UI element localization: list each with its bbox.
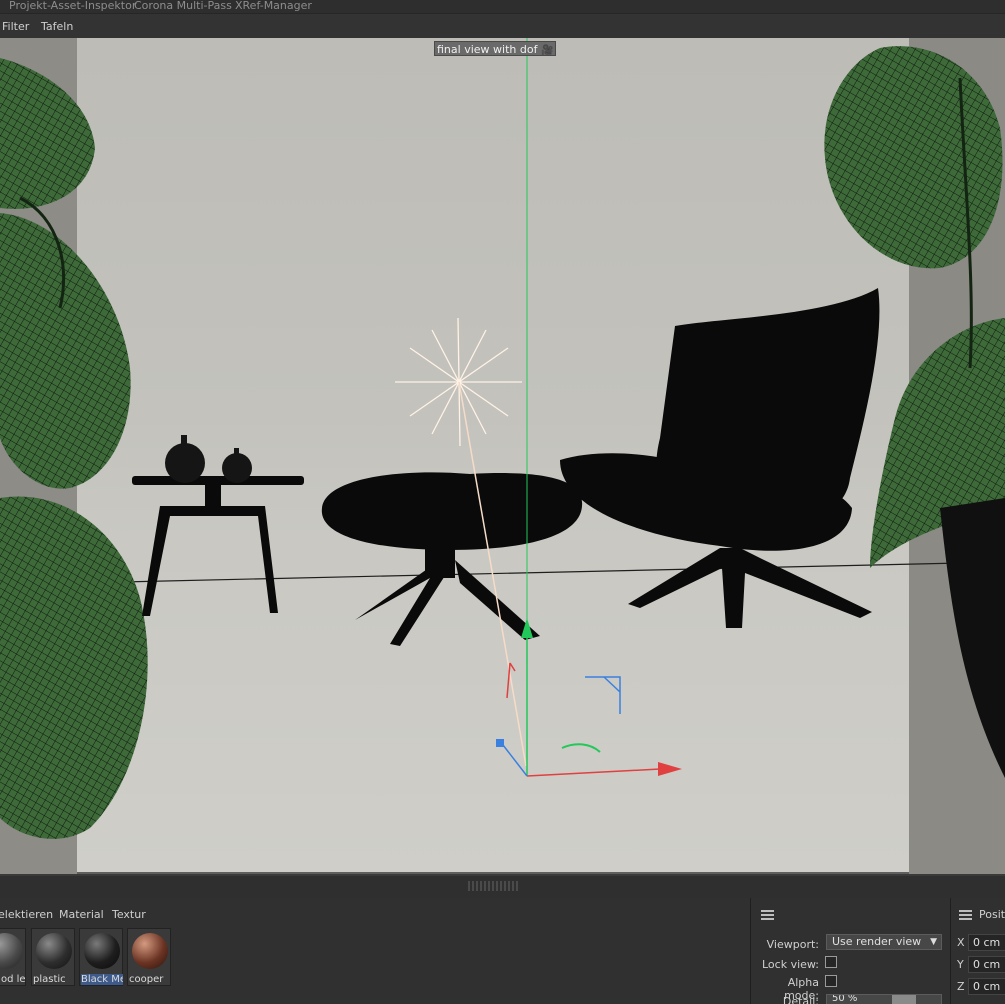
menu-icon[interactable] [959,910,972,920]
axis-label: Y [957,958,964,971]
material-name: Black Me [81,974,123,985]
tab-xref-manager[interactable]: XRef-Manager [235,0,312,12]
detail-value: 50 % [832,994,858,1004]
axis-label: X [957,936,965,949]
material-preview-ball [132,933,168,969]
coordinates-title: Positi [979,908,1005,921]
coordinates-panel: Positi X 0 cm Y 0 cm Z 0 cm [950,898,1005,1004]
camera-icon: 🎥 [540,45,554,56]
material-name: plastic [33,974,66,985]
ottoman[interactable] [321,472,583,646]
material-swatch[interactable]: plastic [31,928,75,986]
tab-project-asset-inspector[interactable]: Projekt-Asset-Inspektor [9,0,136,12]
alpha-mode-checkbox[interactable] [825,975,837,987]
monstera-plant-left[interactable] [0,58,148,839]
camera-label-text: final view with dof [437,43,538,56]
splitter-grip[interactable] [468,881,518,891]
camera-label[interactable]: final view with dof 🎥 [434,41,557,56]
material-swatch[interactable]: od le [0,928,26,986]
position-z-field[interactable]: 0 cm [968,978,1005,995]
menu-textur[interactable]: Textur [112,908,146,921]
detail-label: Detail: [782,995,819,1004]
material-name: cooper [129,974,164,985]
lock-view-label: Lock view: [761,958,819,971]
material-preview-ball [36,933,72,969]
viewport-select-value: Use render view [832,935,922,948]
material-preview-ball [84,933,120,969]
lock-view-checkbox[interactable] [825,956,837,968]
detail-field[interactable]: 50 % [826,994,942,1004]
menu-icon[interactable] [761,910,774,920]
chevron-down-icon: ▼ [930,937,937,947]
scene-canvas[interactable] [0,38,1005,874]
panel-splitter[interactable] [0,874,1005,898]
menu-tafeln[interactable]: Tafeln [41,20,73,33]
viewport-select[interactable]: Use render view ▼ [826,934,942,950]
tab-corona-multi-pass[interactable]: Corona Multi-Pass [134,0,232,12]
axis-label: Z [957,980,965,993]
coord-row-y: Y 0 cm [951,956,1005,973]
viewport-menubar: Filter Tafeln [0,13,1005,38]
position-y-field[interactable]: 0 cm [968,956,1005,973]
side-table[interactable] [132,435,304,616]
top-tab-bar: Projekt-Asset-Inspektor Corona Multi-Pas… [0,0,1005,13]
coord-row-z: Z 0 cm [951,978,1005,995]
detail-slider[interactable] [892,995,916,1004]
menu-material[interactable]: Material [59,908,104,921]
viewport-label: Viewport: [766,938,819,951]
attribute-panel: Viewport: Use render view ▼ Lock view: A… [750,898,950,1004]
coord-row-x: X 0 cm [951,934,1005,951]
material-swatch[interactable]: Black Me [79,928,123,986]
material-swatch[interactable]: cooper [127,928,171,986]
material-manager: elektieren Material Textur od le plastic… [0,898,750,1004]
menu-filter[interactable]: Filter [2,20,29,33]
material-preview-ball [0,933,23,969]
3d-viewport[interactable]: final view with dof 🎥 [0,38,1005,874]
lounge-chair[interactable] [560,288,880,628]
menu-selektieren[interactable]: elektieren [0,908,53,921]
position-x-field[interactable]: 0 cm [968,934,1005,951]
